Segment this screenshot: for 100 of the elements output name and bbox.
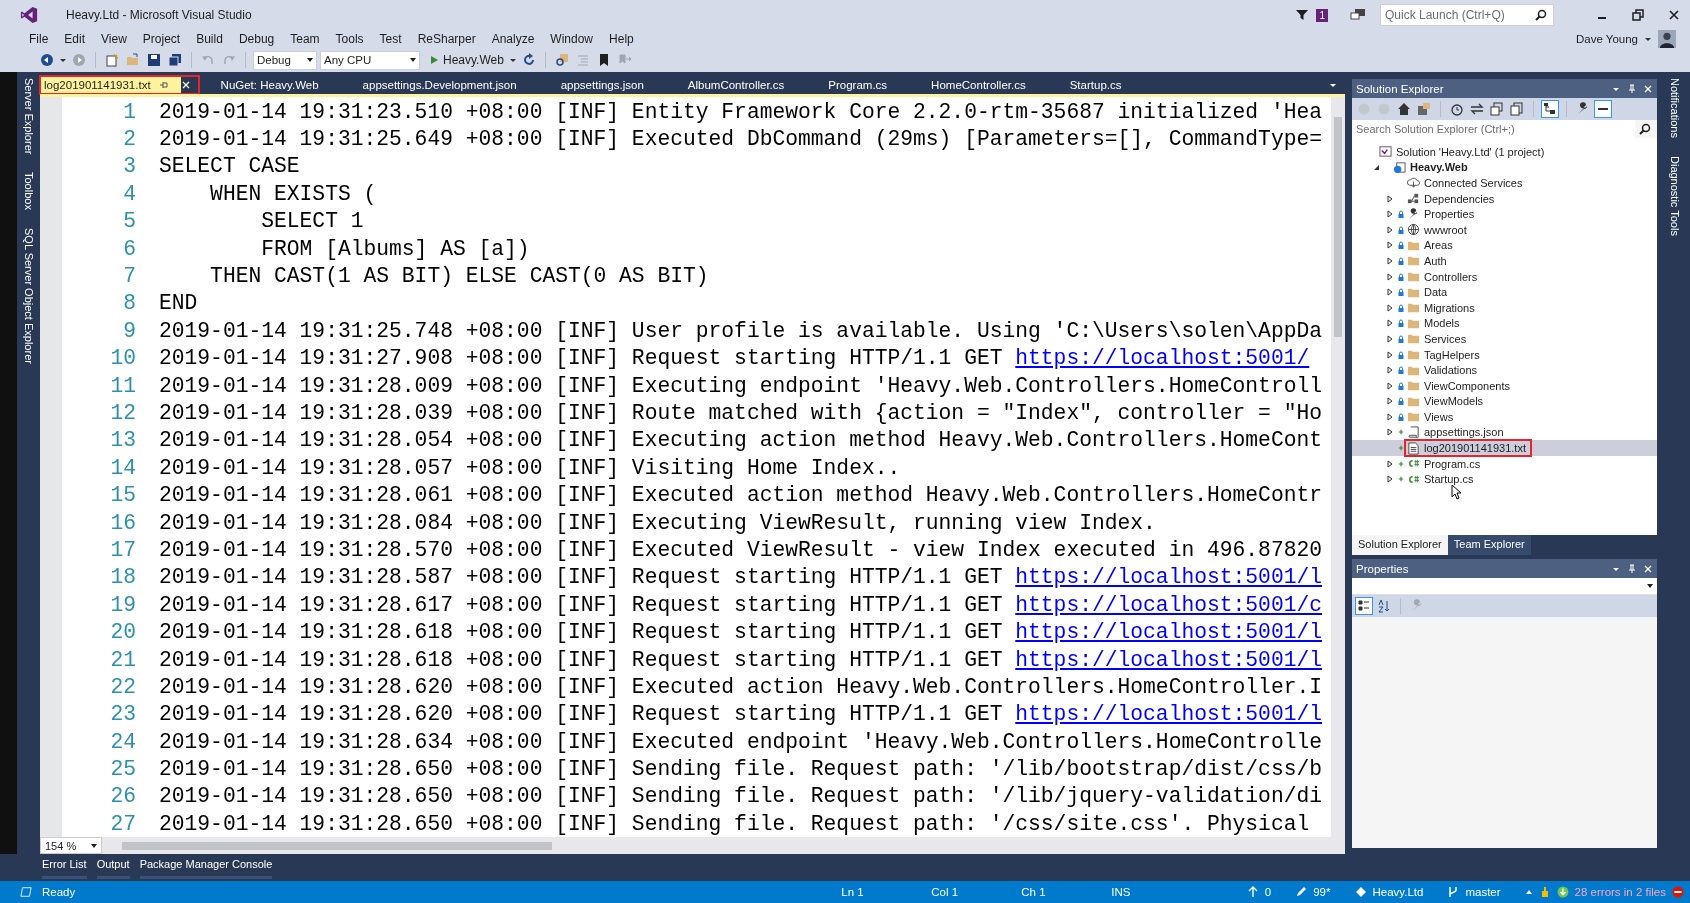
caret-icon[interactable] [1329,81,1337,89]
save-all-icon[interactable] [168,53,182,67]
tree-item[interactable]: ViewModels [1352,393,1657,410]
tree-item[interactable]: Data [1352,284,1657,300]
categorized-icon[interactable] [1356,598,1372,614]
feedback-icon[interactable] [1350,8,1366,22]
menu-item[interactable]: Build [189,32,232,46]
menu-item[interactable]: File [22,32,58,46]
repository-name[interactable]: Heavy.Ltd [1372,886,1424,898]
alphabetical-icon[interactable] [1376,598,1392,614]
expand-arrow-icon[interactable] [1386,210,1394,219]
tree-item[interactable]: Startup.cs [1352,471,1657,488]
expand-arrow-icon[interactable] [1386,288,1394,297]
start-button[interactable]: Heavy.Web [423,50,506,70]
menu-item[interactable]: Debug [231,32,284,46]
tree-item[interactable]: Services [1352,331,1657,347]
expand-arrow-icon[interactable] [1386,366,1394,375]
save-icon[interactable] [147,53,161,67]
configuration-dropdown[interactable]: Debug [253,50,317,70]
tree-item[interactable]: Controllers [1352,268,1657,285]
pencil-icon[interactable] [1295,886,1308,898]
tree-item[interactable]: Heavy.Web [1352,159,1657,176]
refresh-icon[interactable] [521,53,536,67]
close-icon[interactable] [1668,9,1680,21]
document-tab[interactable]: HomeController.cs [909,76,1048,94]
expand-arrow-icon[interactable] [1386,350,1394,359]
expand-arrow-icon[interactable] [1386,397,1394,406]
menu-item[interactable]: ReSharper [410,32,485,46]
expand-arrow-icon[interactable] [1386,194,1394,203]
filter-icon[interactable] [1294,8,1311,22]
back-icon[interactable] [40,53,54,67]
menu-item[interactable]: Project [135,32,190,46]
menu-item[interactable]: Help [602,32,643,46]
menu-item[interactable]: Test [372,32,411,46]
search-field[interactable]: Search Solution Explorer (Ctrl+;) [1352,120,1635,138]
branch-name[interactable]: master [1465,886,1501,898]
tree-item[interactable]: Validations [1352,362,1657,378]
notification-count[interactable]: 1 [1316,8,1328,22]
url-link[interactable]: https://localhost:5001/c [1015,592,1322,617]
tree-item[interactable]: wwwroot [1352,221,1657,238]
expand-arrow-icon[interactable] [1386,412,1394,421]
user-name[interactable]: Dave Young [1575,33,1638,45]
tree-item[interactable]: Views [1352,409,1657,425]
tree-item[interactable]: Dependencies [1352,190,1657,207]
expand-arrow-icon[interactable] [1386,319,1394,328]
expand-arrow-icon[interactable] [1386,303,1394,312]
new-project-icon[interactable] [105,53,119,67]
tool-window-tab[interactable]: SQL Server Object Explorer [22,228,35,365]
tree-item[interactable]: appsettings.json [1352,424,1657,441]
copy-icon[interactable] [1509,101,1525,117]
menu-item[interactable]: Edit [57,32,95,46]
up-arrow-icon[interactable] [1246,886,1259,898]
expand-arrow-icon[interactable] [1386,475,1394,484]
tree-item[interactable]: Auth [1352,253,1657,269]
url-link[interactable]: https://localhost:5001/l [1015,620,1322,645]
tree-item[interactable]: TagHelpers [1352,346,1657,363]
document-tab[interactable]: appsettings.Development.json [340,76,539,94]
avatar-icon[interactable] [1658,30,1676,48]
tool-window-tab[interactable]: Diagnostic Tools [1669,155,1681,236]
tree-item[interactable]: Migrations [1352,299,1657,316]
tree-item[interactable]: ViewComponents [1352,377,1657,394]
tree-item[interactable]: Program.cs [1352,455,1657,472]
panel-tab[interactable]: Solution Explorer [1352,535,1448,555]
error-icon[interactable] [1672,886,1684,898]
expand-arrow-icon[interactable] [1386,256,1394,265]
clock-icon[interactable] [1449,101,1465,117]
changes-count[interactable]: 99* [1313,886,1331,898]
expand-arrow-icon[interactable] [1386,272,1394,281]
caret-icon[interactable] [59,56,67,64]
sync-icon[interactable] [1469,101,1485,117]
expand-arrow-icon[interactable] [1386,241,1394,250]
switch-views-icon[interactable] [1416,101,1432,117]
menu-item[interactable]: Tools [328,32,373,46]
caret-icon[interactable] [1644,35,1652,43]
restore-icon[interactable] [1632,9,1644,21]
download-icon[interactable] [1556,886,1569,898]
branch-icon[interactable] [1447,886,1460,898]
menu-item[interactable]: Window [543,32,603,46]
preview-icon[interactable] [1595,101,1611,117]
url-link[interactable]: https://localhost:5001/l [1015,565,1322,590]
menu-item[interactable]: Analyze [484,32,544,46]
tree-item[interactable]: log201901141931.txt [1352,440,1657,456]
show-all-files-icon[interactable] [1542,101,1558,117]
platform-dropdown[interactable]: Any CPU [320,50,420,70]
zoom-dropdown[interactable]: 154 % [40,837,102,854]
document-tab[interactable]: log201901141931.txt [40,76,199,94]
tree-item[interactable]: Solution 'Heavy.Ltd' (1 project) [1352,144,1657,160]
document-tab[interactable]: appsettings.json [538,76,666,94]
url-link[interactable]: https://localhost:5001/l [1015,647,1322,672]
vertical-scrollbar[interactable] [1331,97,1345,837]
expand-arrow-icon[interactable] [1386,381,1394,390]
tree-item[interactable]: Properties [1352,206,1657,222]
tool-window-tab[interactable]: Notifications [1669,78,1681,138]
home-icon[interactable] [1396,101,1412,117]
caret-icon[interactable] [508,56,517,64]
unpushed-commits-count[interactable]: 0 [1264,886,1272,898]
tree-item[interactable]: Connected Services [1352,175,1657,191]
repository-icon[interactable] [1354,886,1367,898]
panel-tab[interactable]: Team Explorer [1447,535,1531,555]
document-tab[interactable]: AlbumController.cs [665,76,807,94]
